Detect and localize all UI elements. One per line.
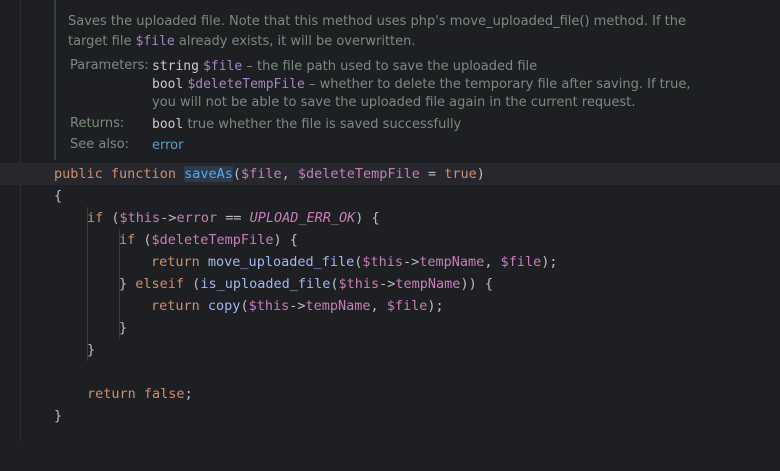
doc-returns-value: bool true whether the file is saved succ… [152, 116, 461, 134]
doc-param-desc: – whether to delete the temporary file a… [304, 77, 691, 92]
keyword-return: return [151, 254, 200, 270]
var-file: $file [500, 254, 542, 270]
keyword-false: false [143, 386, 185, 402]
var-deletetempfile: $deleteTempFile [151, 232, 274, 248]
doc-summary-text-end: already exists, it will be overwritten. [174, 34, 416, 49]
fn-copy: copy [207, 298, 241, 314]
method-name[interactable]: saveAs [184, 166, 233, 182]
this-var: $this [119, 210, 161, 226]
keyword-if: if [87, 210, 104, 226]
code-line-signature[interactable]: public function saveAs($file, $deleteTem… [0, 163, 780, 185]
doc-returns-desc: true whether the file is saved successfu… [183, 117, 462, 132]
keyword-public: public [54, 166, 103, 182]
doc-param-name: $file [203, 59, 243, 74]
arrow-op: -> [403, 254, 420, 270]
code-line[interactable]: } elseif (is_uploaded_file($this->tempNa… [0, 273, 780, 295]
doc-returns-type: bool [152, 117, 184, 132]
arrow-op: -> [379, 276, 396, 292]
prop-tempname: tempName [305, 298, 371, 314]
code-line[interactable]: return move_uploaded_file($this->tempNam… [0, 251, 780, 273]
prop-tempname: tempName [395, 276, 461, 292]
keyword-if: if [119, 232, 136, 248]
prop-tempname: tempName [419, 254, 485, 270]
doc-summary: Saves the uploaded file. Note that this … [68, 12, 728, 52]
doc-returns-label: Returns: [70, 116, 125, 131]
fn-is-uploaded-file: is_uploaded_file [200, 276, 331, 292]
keyword-return: return [151, 298, 200, 314]
arrow-op: -> [160, 210, 177, 226]
var-file: $file [386, 298, 428, 314]
prop-error: error [176, 210, 218, 226]
doc-param-desc: – the file path used to save the uploade… [242, 59, 538, 74]
this-var: $this [362, 254, 404, 270]
doc-see-label: See also: [70, 137, 130, 152]
doc-summary-var: $file [135, 34, 175, 49]
doc-param-file: string $file – the file path used to sav… [152, 58, 537, 76]
default-true: true [444, 166, 477, 182]
arrow-op: -> [289, 298, 306, 314]
keyword-return: return [87, 386, 136, 402]
keyword-function: function [110, 166, 176, 182]
this-var: $this [248, 298, 290, 314]
code-line[interactable]: } [0, 405, 780, 427]
param-deletetempfile: $deleteTempFile [297, 166, 420, 182]
doc-param-type: string [152, 59, 199, 74]
doc-see-link[interactable]: error [152, 138, 183, 153]
close-brace: } [54, 408, 63, 424]
code-line[interactable]: } [0, 317, 780, 339]
doc-param-type: bool [152, 77, 184, 92]
code-line-empty[interactable] [0, 361, 780, 383]
code-line[interactable]: { [0, 185, 780, 207]
keyword-elseif: elseif [135, 276, 185, 292]
close-brace: } [119, 320, 128, 336]
code-line[interactable]: return false; [0, 383, 780, 405]
fn-move-uploaded-file: move_uploaded_file [207, 254, 355, 270]
doc-params-label: Parameters: [70, 58, 149, 73]
code-line[interactable]: return copy($this->tempName, $file); [0, 295, 780, 317]
open-brace: { [54, 188, 63, 204]
doc-param-desc-continued: you will not be able to save the uploade… [152, 95, 636, 110]
doc-comment-block: Saves the uploaded file. Note that this … [54, 0, 756, 160]
doc-param-deletetempfile: bool $deleteTempFile – whether to delete… [152, 76, 690, 94]
param-file: $file [241, 166, 282, 182]
code-line[interactable]: if ($this->error == UPLOAD_ERR_OK) { [0, 207, 780, 229]
const-upload-err-ok: UPLOAD_ERR_OK [249, 210, 356, 226]
this-var: $this [338, 276, 380, 292]
doc-param-name: $deleteTempFile [187, 77, 305, 92]
code-line[interactable]: if ($deleteTempFile) { [0, 229, 780, 251]
code-line[interactable]: } [0, 339, 780, 361]
close-brace: } [87, 342, 96, 358]
doc-see-link-wrap: error [152, 137, 183, 155]
